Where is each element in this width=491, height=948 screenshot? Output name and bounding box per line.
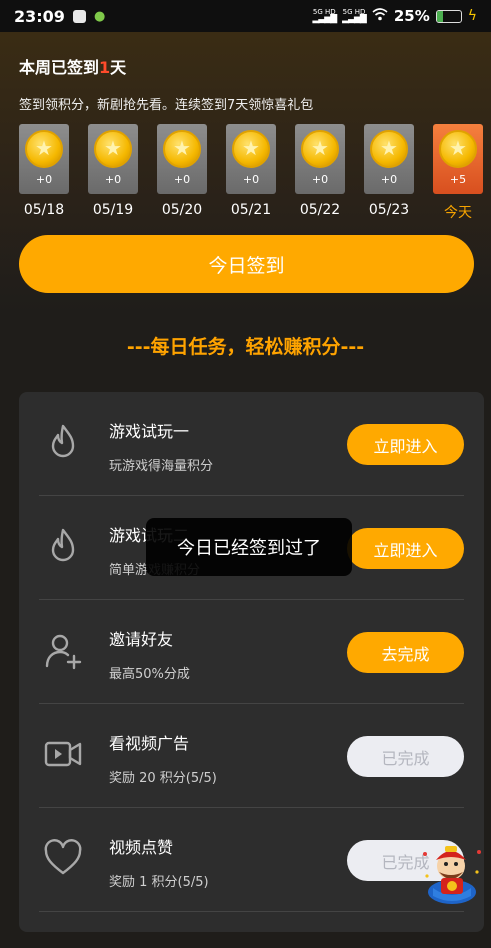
task-desc: 玩游戏得海量积分: [109, 459, 214, 474]
task-row: 视频点赞 奖励 1 积分(5/5) 已完成: [19, 808, 484, 912]
task-title: 视频点赞: [109, 838, 174, 857]
video-icon: [43, 734, 83, 774]
task-title: 邀请好友: [109, 630, 174, 649]
status-time: 23:09: [14, 6, 65, 26]
coin-icon: [232, 130, 270, 168]
checkin-days-count: 1: [99, 58, 111, 77]
day-card: +0 05/21: [226, 124, 276, 218]
enter-game-1-button[interactable]: 立即进入: [347, 424, 464, 465]
flame-icon: [43, 526, 83, 566]
day-card: +0 05/20: [157, 124, 207, 218]
day-points: +5: [449, 173, 467, 186]
coin-icon: [439, 130, 477, 168]
day-date: 今天: [444, 205, 472, 221]
coin-icon: [301, 130, 339, 168]
day-date: 05/23: [368, 202, 410, 218]
invite-friends-button[interactable]: 去完成: [347, 632, 464, 673]
battery-icon: [435, 9, 462, 23]
day-card: +0 05/19: [88, 124, 138, 218]
checkin-button[interactable]: 今日签到: [19, 235, 474, 293]
battery-percent: 25%: [393, 7, 430, 25]
day-date: 05/22: [299, 202, 341, 218]
task-list: 游戏试玩一 玩游戏得海量积分 立即进入 游戏试玩二 简单游戏赚积分 立即进入 邀…: [19, 392, 484, 932]
watch-ad-button[interactable]: 已完成: [347, 736, 464, 777]
toast-message: 今日已经签到过了: [146, 518, 352, 576]
day-points: +0: [380, 173, 398, 186]
day-date: 05/21: [230, 202, 272, 218]
android-icon: ●: [93, 8, 106, 24]
day-date: 05/19: [92, 202, 134, 218]
day-date: 05/20: [161, 202, 203, 218]
day-points: +0: [173, 173, 191, 186]
task-row: 邀请好友 最高50%分成 去完成: [19, 600, 484, 704]
status-indicators: 5G HD ▂▃▅▇ 5G HD ▂▃▅▇ 25% ϟ: [312, 7, 477, 25]
week-days-row: +0 05/18 +0 05/19 +0 05/20 +0 05/21 +0 0…: [19, 124, 491, 224]
checkin-subtitle: 签到领积分，新剧抢先看。连续签到7天领惊喜礼包: [19, 98, 314, 113]
tasks-heading: ---每日任务，轻松赚积分---: [126, 336, 365, 358]
task-title: 游戏试玩一: [109, 422, 190, 441]
task-desc: 奖励 20 积分(5/5): [109, 771, 217, 786]
day-points: +0: [35, 173, 53, 186]
task-desc: 奖励 1 积分(5/5): [109, 875, 209, 890]
task-desc: 最高50%分成: [109, 667, 190, 682]
charging-icon: ϟ: [467, 8, 477, 24]
coin-icon: [94, 130, 132, 168]
day-date: 05/18: [23, 202, 65, 218]
task-row: 游戏试玩一 玩游戏得海量积分 立即进入: [19, 392, 484, 496]
coin-icon: [163, 130, 201, 168]
status-bar: 23:09 ● 5G HD ▂▃▅▇ 5G HD ▂▃▅▇ 25% ϟ: [0, 0, 491, 32]
flame-icon: [43, 422, 83, 462]
day-points: +0: [311, 173, 329, 186]
day-points: +0: [104, 173, 122, 186]
week-checkin-title: 本周已签到1天: [19, 58, 127, 77]
day-points: +0: [242, 173, 260, 186]
wifi-icon: [372, 7, 388, 25]
app-notification-icon: [72, 9, 86, 23]
mascot-icon[interactable]: [417, 842, 487, 906]
signal-icon: 5G HD ▂▃▅▇: [312, 8, 337, 24]
day-card: +0 05/23: [364, 124, 414, 218]
day-card: +0 05/22: [295, 124, 345, 218]
signal-icon: 5G HD ▂▃▅▇: [342, 8, 367, 24]
task-title: 看视频广告: [109, 734, 190, 753]
coin-icon: [370, 130, 408, 168]
day-card-today: +5 今天: [433, 124, 483, 222]
add-user-icon: [43, 630, 83, 670]
heart-icon: [43, 838, 83, 878]
divider: [39, 911, 464, 912]
task-row: 看视频广告 奖励 20 积分(5/5) 已完成: [19, 704, 484, 808]
coin-icon: [25, 130, 63, 168]
day-card: +0 05/18: [19, 124, 69, 218]
enter-game-2-button[interactable]: 立即进入: [347, 528, 464, 569]
